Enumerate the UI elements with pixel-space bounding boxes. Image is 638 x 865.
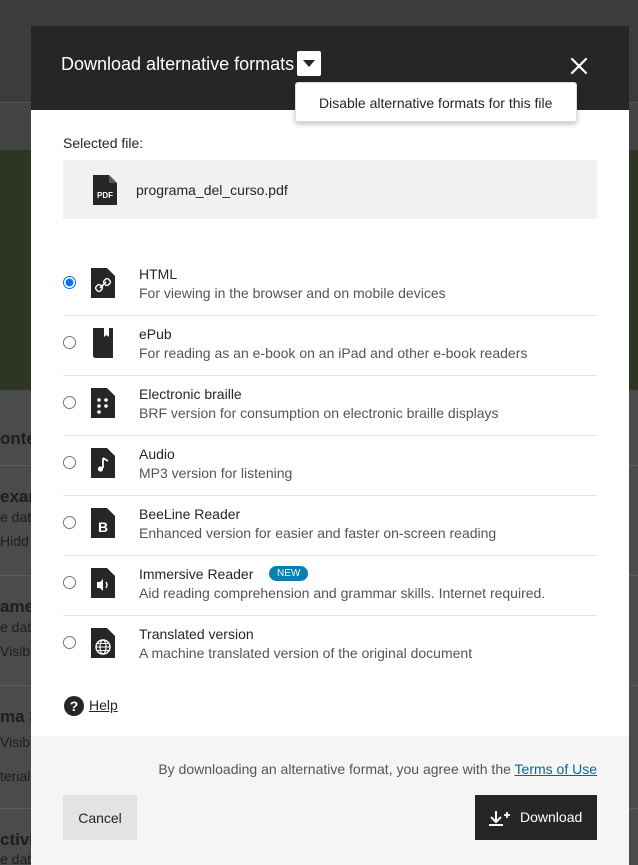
format-description: Aid reading comprehension and grammar sk… bbox=[139, 585, 546, 601]
help-icon: ? bbox=[64, 696, 84, 716]
selected-file-label: Selected file: bbox=[63, 135, 144, 151]
bg-item-meta: terial bbox=[0, 768, 31, 784]
download-alternative-formats-dialog: Download alternative formats Disable alt… bbox=[31, 26, 629, 865]
options-dropdown-button[interactable] bbox=[297, 51, 321, 76]
format-title: Immersive Reader bbox=[139, 566, 254, 582]
download-button[interactable]: Download bbox=[475, 795, 597, 840]
terms-of-use-link[interactable]: Terms of Use bbox=[515, 761, 597, 777]
close-button[interactable] bbox=[567, 54, 591, 78]
svg-text:B: B bbox=[98, 519, 108, 535]
download-icon bbox=[489, 811, 510, 826]
format-option-translated[interactable]: Translated version A machine translated … bbox=[63, 616, 597, 676]
format-description: BRF version for consumption on electroni… bbox=[139, 405, 499, 421]
format-description: A machine translated version of the orig… bbox=[139, 645, 473, 661]
caret-down-icon bbox=[303, 60, 315, 67]
format-radio-braille[interactable] bbox=[63, 396, 76, 409]
selected-file-box: PDF programa_del_curso.pdf bbox=[63, 160, 597, 219]
format-radio-immersive-reader[interactable] bbox=[63, 576, 76, 589]
format-radio-beeline[interactable] bbox=[63, 516, 76, 529]
terms-notice: By downloading an alternative format, yo… bbox=[158, 761, 597, 777]
options-dropdown-menu: Disable alternative formats for this fil… bbox=[295, 82, 577, 122]
bg-item-meta: e dat bbox=[0, 619, 32, 635]
svg-text:PDF: PDF bbox=[97, 191, 113, 200]
download-label: Download bbox=[520, 809, 583, 825]
format-option-audio[interactable]: Audio MP3 version for listening bbox=[63, 436, 597, 496]
format-description: MP3 version for listening bbox=[139, 465, 293, 481]
disable-alternative-formats-item[interactable]: Disable alternative formats for this fil… bbox=[319, 95, 552, 111]
bg-item-title: exar bbox=[0, 487, 35, 506]
format-title: ePub bbox=[139, 326, 172, 342]
format-title: BeeLine Reader bbox=[139, 506, 241, 522]
format-option-braille[interactable]: Electronic braille BRF version for consu… bbox=[63, 376, 597, 436]
format-radio-translated[interactable] bbox=[63, 636, 76, 649]
audio-file-icon bbox=[91, 448, 115, 478]
pdf-file-icon: PDF bbox=[93, 175, 117, 205]
bg-item-meta: e dat bbox=[0, 509, 32, 525]
format-option-immersive-reader[interactable]: Immersive Reader NEW Aid reading compreh… bbox=[63, 556, 597, 616]
bg-item-status: Hidd bbox=[0, 533, 29, 549]
dialog-title: Download alternative formats bbox=[61, 54, 295, 74]
dialog-footer: By downloading an alternative format, yo… bbox=[31, 736, 629, 865]
terms-prefix: By downloading an alternative format, yo… bbox=[158, 761, 511, 777]
cancel-button[interactable]: Cancel bbox=[63, 795, 137, 840]
svg-text:?: ? bbox=[70, 698, 79, 714]
format-title: Electronic braille bbox=[139, 386, 242, 402]
help-link[interactable]: Help bbox=[89, 697, 118, 713]
format-option-epub[interactable]: ePub For reading as an e-book on an iPad… bbox=[63, 316, 597, 376]
format-option-html[interactable]: HTML For viewing in the browser and on m… bbox=[63, 256, 597, 316]
format-title: Audio bbox=[139, 446, 175, 462]
book-icon bbox=[93, 328, 113, 358]
globe-file-icon bbox=[91, 628, 115, 658]
new-badge: NEW bbox=[269, 566, 309, 581]
beeline-file-icon: B bbox=[91, 508, 115, 538]
format-radio-html[interactable] bbox=[63, 276, 76, 289]
bg-item-status: Visib bbox=[0, 643, 31, 659]
format-description: For viewing in the browser and on mobile… bbox=[139, 285, 446, 301]
close-icon bbox=[570, 57, 588, 75]
bg-item-title: ame bbox=[0, 597, 35, 616]
format-description: Enhanced version for easier and faster o… bbox=[139, 525, 497, 541]
html-link-file-icon bbox=[91, 268, 115, 298]
bg-item-status: Visib bbox=[0, 734, 31, 750]
format-radio-audio[interactable] bbox=[63, 456, 76, 469]
format-title: Translated version bbox=[139, 626, 254, 642]
format-radio-epub[interactable] bbox=[63, 336, 76, 349]
format-description: For reading as an e-book on an iPad and … bbox=[139, 345, 528, 361]
format-title: HTML bbox=[139, 266, 178, 282]
format-option-beeline[interactable]: B BeeLine Reader Enhanced version for ea… bbox=[63, 496, 597, 556]
file-name: programa_del_curso.pdf bbox=[136, 182, 288, 198]
immersive-reader-file-icon bbox=[91, 568, 115, 598]
braille-file-icon bbox=[91, 388, 115, 418]
